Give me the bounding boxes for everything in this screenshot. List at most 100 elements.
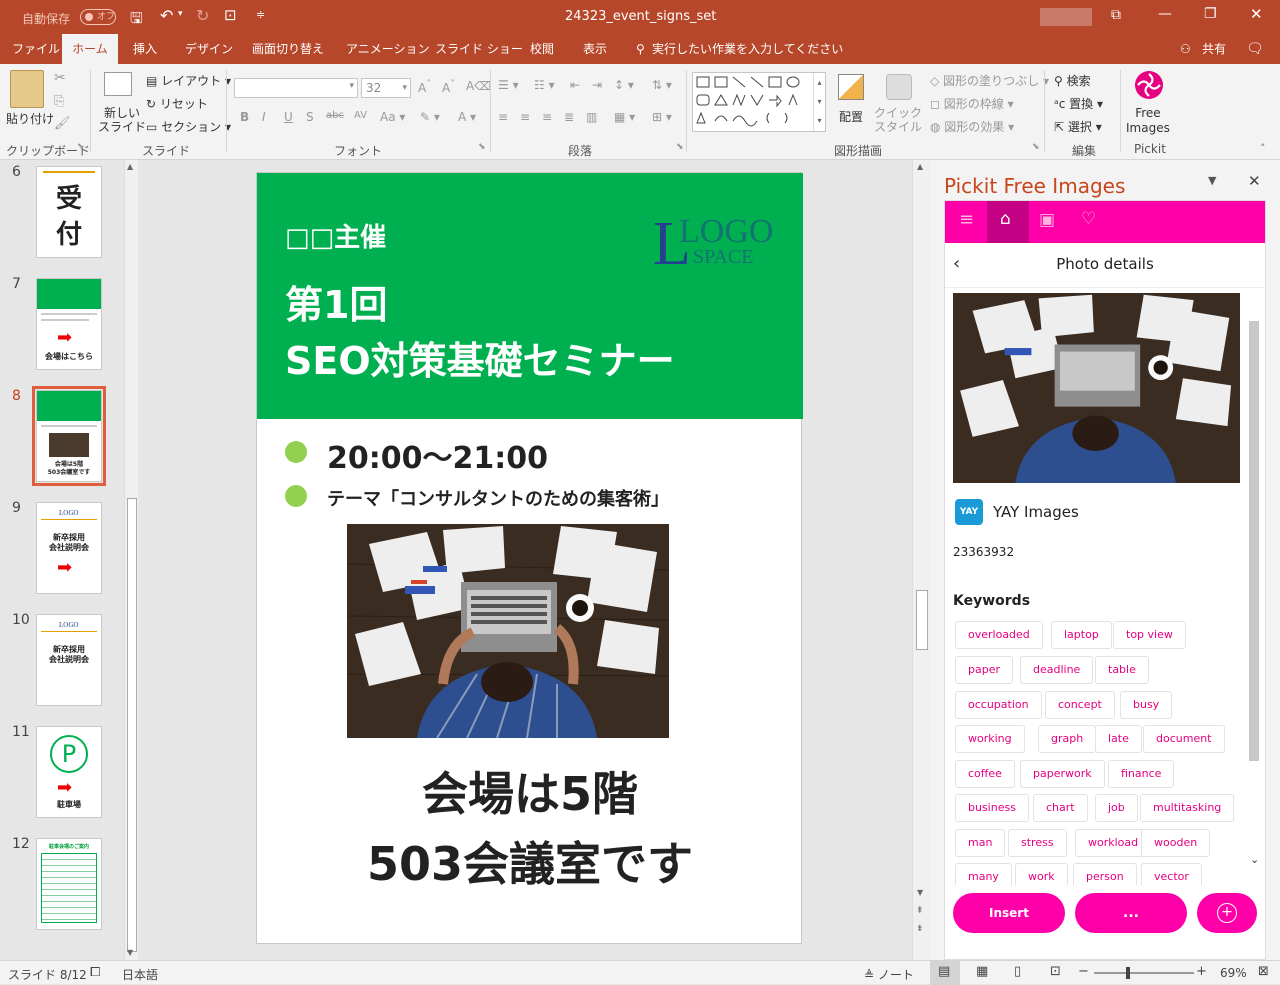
tell-me-box[interactable]: 実行したい作業を入力してください [652, 34, 843, 64]
photo-preview[interactable] [953, 293, 1240, 483]
store-tab[interactable]: ⌂ [987, 201, 1029, 243]
clear-formatting-icon[interactable]: A⌫ [466, 79, 491, 93]
keyword-tag[interactable]: document [1143, 725, 1225, 753]
panel-scroll-thumb[interactable] [1249, 321, 1259, 761]
venue-room[interactable]: 503会議室です [257, 833, 803, 895]
replace-button[interactable]: ᵃc 置換 ▾ [1054, 95, 1103, 112]
line-spacing-icon[interactable]: ↕ ▾ [614, 78, 634, 92]
slide-scrollbar[interactable]: ▲ ▼ ⇞ ⇟ [912, 160, 930, 960]
fit-slide-icon[interactable]: ⊠ [1258, 964, 1269, 979]
close-icon[interactable]: ✕ [1250, 5, 1263, 23]
format-painter-icon[interactable]: 🖌 [54, 116, 71, 131]
undo-icon[interactable]: ↶ [160, 6, 173, 25]
keyword-tag[interactable]: top view [1113, 621, 1186, 649]
organizer-text[interactable]: □□主催 [285, 217, 386, 254]
reset-button[interactable]: ↻ リセット [146, 95, 208, 112]
character-spacing-icon[interactable]: AV [354, 110, 367, 121]
free-images-button[interactable]: Free Images [1126, 106, 1170, 136]
menu-icon[interactable]: ≡ [959, 209, 974, 230]
underline-icon[interactable]: U [284, 110, 293, 124]
more-options-button[interactable]: ... [1075, 893, 1187, 933]
tab-review[interactable]: 校閲 [530, 34, 554, 64]
language-indicator[interactable]: 日本語 [122, 966, 158, 983]
next-slide-icon[interactable]: ⇟ [916, 924, 924, 934]
columns-icon[interactable]: ▦ ▾ [614, 110, 635, 124]
keyword-tag[interactable]: late [1095, 725, 1142, 753]
scroll-up-icon[interactable]: ▲ [127, 162, 133, 171]
paste-icon[interactable] [10, 70, 44, 108]
quick-styles-icon[interactable] [886, 74, 912, 100]
italic-icon[interactable]: I [262, 110, 266, 124]
font-name-dropdown-icon[interactable]: ▾ [349, 81, 354, 91]
tab-file[interactable]: ファイル [12, 34, 60, 64]
normal-view-button[interactable]: ▤ [930, 961, 960, 985]
shape-fill-button[interactable]: ◇ 図形の塗りつぶし ▾ [930, 72, 1049, 89]
font-size-dropdown-icon[interactable]: ▾ [402, 79, 407, 97]
keyword-tag[interactable]: laptop [1051, 621, 1112, 649]
smartart-icon[interactable]: ⊞ ▾ [652, 110, 672, 124]
tab-animations[interactable]: アニメーション [346, 34, 430, 64]
keyword-tag[interactable]: overloaded [955, 621, 1043, 649]
slide-sorter-icon[interactable]: ▦ [976, 964, 988, 979]
shape-effects-button[interactable]: ◍ 図形の効果 ▾ [930, 118, 1014, 135]
keyword-tag[interactable]: occupation [955, 691, 1042, 719]
decrease-indent-icon[interactable]: ⇤ [570, 78, 580, 92]
bold-icon[interactable]: B [240, 110, 249, 124]
scroll-down-icon[interactable]: ▼ [127, 948, 133, 957]
comments-icon[interactable]: 🗨 [1246, 34, 1264, 64]
tab-home[interactable]: ホーム [62, 34, 118, 64]
zoom-level[interactable]: 69% [1220, 966, 1247, 980]
slide-thumbnail-10[interactable]: LOGO 新卒採用 会社説明会 [36, 614, 102, 706]
thumbnail-scroll-thumb[interactable] [127, 498, 137, 952]
laptop-photo[interactable] [347, 524, 669, 738]
slide-thumbnail-6[interactable]: 受 付 [36, 166, 102, 258]
image-icon[interactable]: ▣ [1039, 210, 1055, 230]
change-case-icon[interactable]: Aa ▾ [380, 110, 405, 124]
restore-icon[interactable]: ❐ [1204, 6, 1217, 22]
notes-button[interactable]: ≜ ノート [864, 966, 914, 983]
align-left-icon[interactable]: ≡ [498, 110, 508, 124]
bullets-icon[interactable]: ☰ ▾ [498, 78, 519, 92]
new-slide-icon[interactable] [104, 72, 132, 96]
venue-floor[interactable]: 会場は5階 [257, 763, 803, 825]
tab-transitions[interactable]: 画面切り替え [252, 34, 324, 64]
thumbnail-scrollbar[interactable]: ▲ ▼ [124, 160, 138, 960]
shapes-gallery[interactable]: ▴ ▾ ▾ [692, 72, 826, 132]
keyword-tag[interactable]: paperwork [1020, 760, 1105, 788]
paste-button[interactable]: 貼り付け [6, 110, 54, 127]
keyword-tag[interactable]: finance [1108, 760, 1175, 788]
autosave-toggle[interactable]: オフ [80, 9, 116, 25]
scroll-up-icon[interactable]: ▲ [917, 162, 923, 171]
keyword-tag[interactable]: working [955, 725, 1025, 753]
layout-button[interactable]: ▤ レイアウト ▾ [146, 72, 231, 89]
customize-qat-icon[interactable]: ≑ [256, 8, 265, 21]
keyword-tag[interactable]: wooden [1141, 829, 1211, 857]
slide-canvas[interactable]: □□主催 第1回 SEO対策基礎セミナー L LOGO SPACE 20:00～… [256, 172, 803, 944]
heart-icon[interactable]: ♡ [1081, 209, 1096, 229]
slide-thumbnail-12[interactable]: 駐車会場のご案内 [36, 838, 102, 930]
event-theme[interactable]: テーマ「コンサルタントのための集客術」 [327, 485, 669, 511]
paragraph-launcher-icon[interactable]: ⬊ [676, 142, 684, 152]
tab-design[interactable]: デザイン [185, 34, 233, 64]
pane-close-icon[interactable]: ✕ [1248, 172, 1261, 190]
slide-thumbnail-7[interactable]: ➡ 会場はこちら [36, 278, 102, 370]
keyword-tag[interactable]: busy [1120, 691, 1173, 719]
keyword-tag[interactable]: table [1095, 656, 1149, 684]
arrange-button[interactable]: 配置 [839, 108, 863, 125]
align-right-icon[interactable]: ≡ [542, 110, 552, 124]
pane-options-icon[interactable]: ▼ [1208, 174, 1216, 187]
shadow-icon[interactable]: S [306, 110, 314, 124]
save-icon[interactable]: 🖫 [130, 8, 143, 33]
slide-scroll-thumb[interactable] [916, 590, 928, 650]
collapse-ribbon-icon[interactable]: ˄ [1260, 142, 1266, 155]
strikethrough-icon[interactable]: abc [326, 110, 344, 121]
keyword-tag[interactable]: paper [955, 656, 1013, 684]
keyword-tag[interactable]: coffee [955, 760, 1015, 788]
drawing-launcher-icon[interactable]: ⬊ [1032, 142, 1040, 152]
quick-styles-button[interactable]: クイック スタイル [874, 106, 922, 134]
shape-outline-button[interactable]: ◻ 図形の枠線 ▾ [930, 95, 1014, 112]
share-button[interactable]: 共有 [1202, 34, 1226, 64]
slide-thumbnail-11[interactable]: P ➡ 駐車場 [36, 726, 102, 818]
spelling-check-icon[interactable]: ⧠ [90, 965, 100, 980]
panel-scroll-down-icon[interactable]: ⌄ [1250, 853, 1259, 866]
